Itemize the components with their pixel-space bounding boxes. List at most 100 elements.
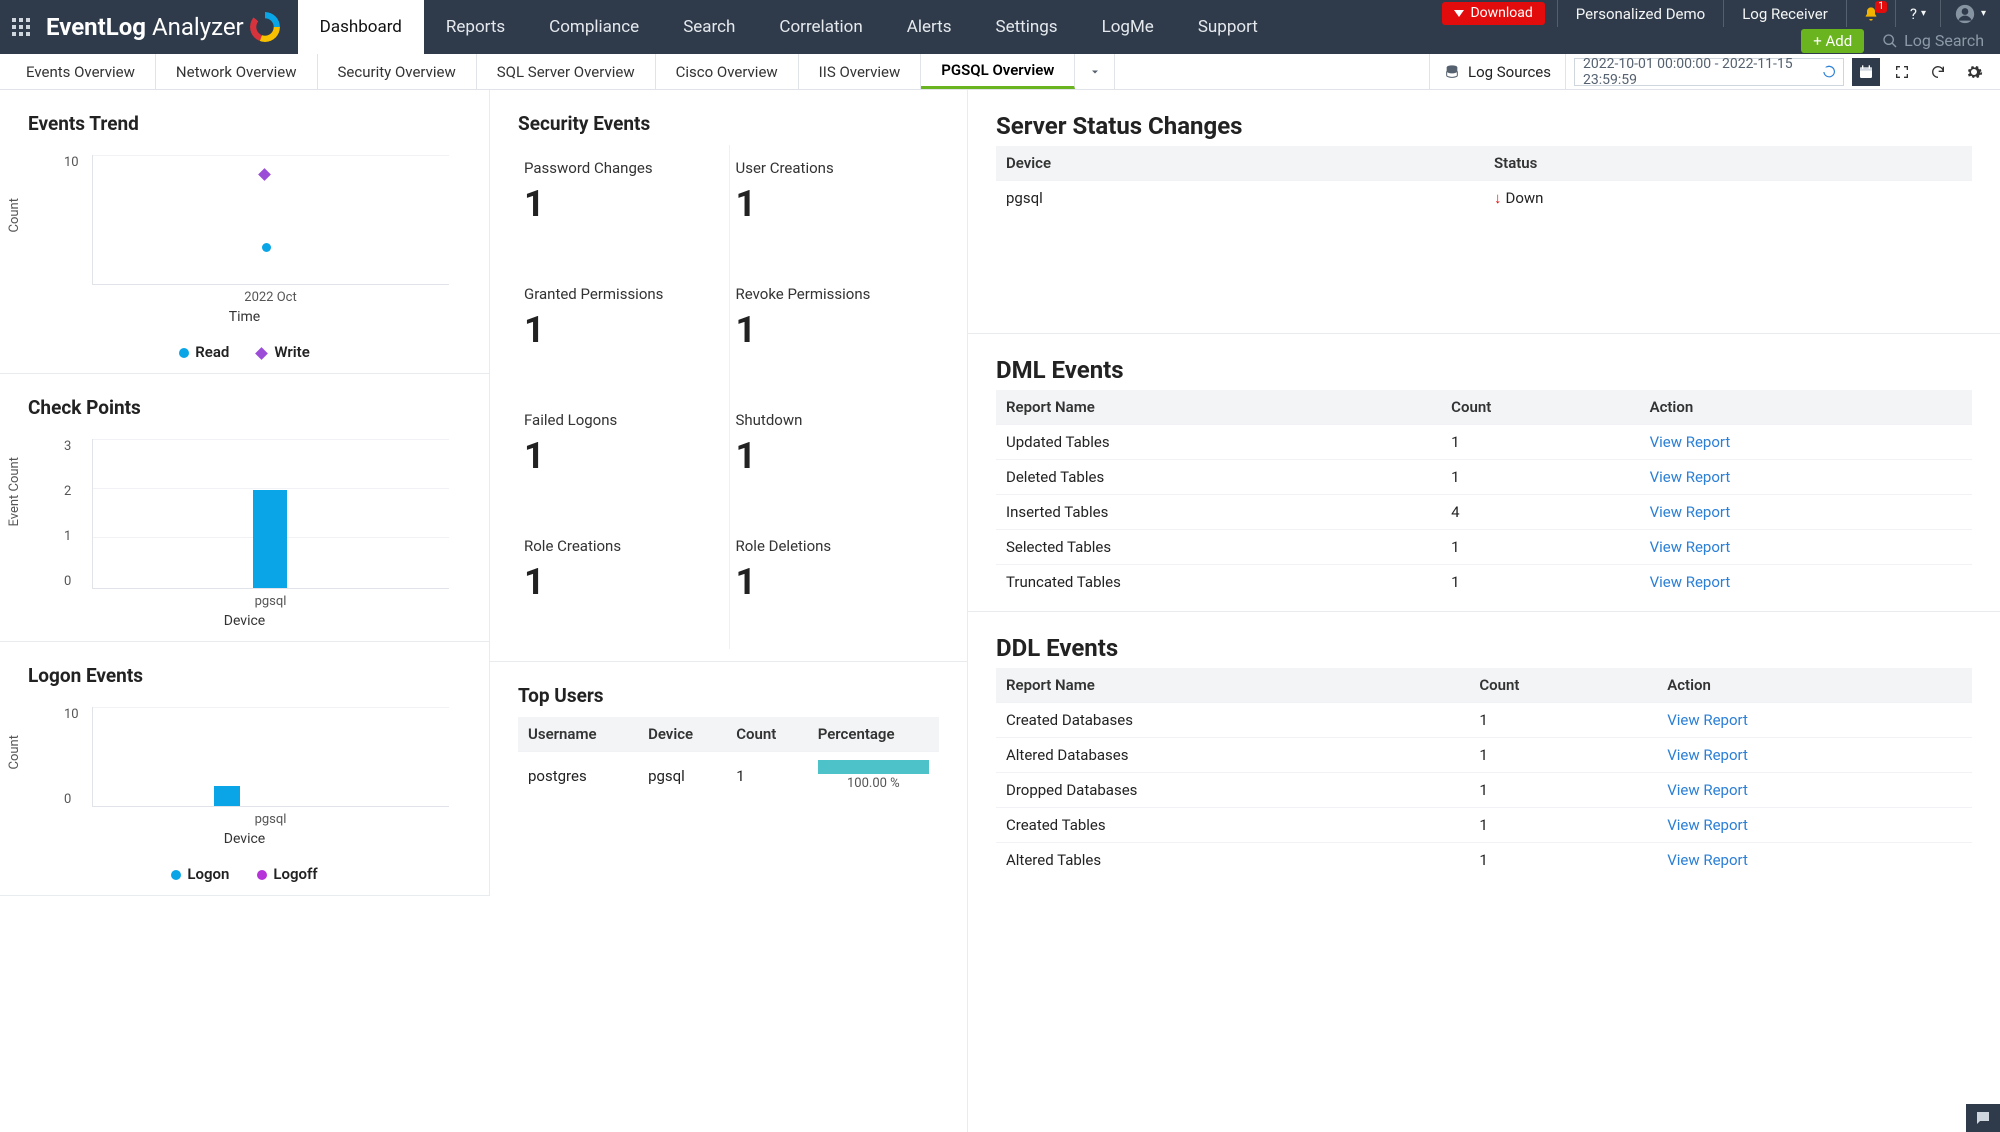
cell-report-name: Altered Tables: [996, 843, 1469, 878]
log-sources-button[interactable]: Log Sources: [1429, 54, 1566, 89]
check-points-chart[interactable]: Event Count 3 2 1 0 pgsql: [28, 429, 461, 609]
card-title: DML Events: [996, 356, 1972, 384]
nav-settings[interactable]: Settings: [973, 0, 1079, 54]
help-button[interactable]: ? ▾: [1895, 0, 1940, 27]
expand-icon: [1894, 64, 1910, 80]
nav-compliance[interactable]: Compliance: [527, 0, 661, 54]
legend-logoff[interactable]: Logoff: [257, 865, 317, 883]
th-count[interactable]: Count: [1469, 668, 1657, 703]
th-percentage[interactable]: Percentage: [808, 717, 939, 752]
calendar-icon: [1858, 64, 1874, 80]
metric-label: Revoke Permissions: [736, 285, 934, 303]
card-title: Check Points: [28, 396, 461, 419]
subtab-sql-overview[interactable]: SQL Server Overview: [477, 54, 656, 89]
th-username[interactable]: Username: [518, 717, 638, 752]
metric-value: 1: [736, 561, 934, 603]
view-report-link[interactable]: View Report: [1667, 851, 1748, 869]
table-row: Dropped Databases 1 View Report: [996, 773, 1972, 808]
x-ticks: pgsql: [92, 812, 449, 827]
nav-logme[interactable]: LogMe: [1080, 0, 1176, 54]
th-report-name[interactable]: Report Name: [996, 668, 1469, 703]
date-range-input[interactable]: 2022-10-01 00:00:00 - 2022-11-15 23:59:5…: [1574, 58, 1844, 86]
chat-fab[interactable]: [1966, 1104, 2000, 1132]
card-title: Server Status Changes: [996, 112, 1972, 140]
legend-read[interactable]: Read: [179, 343, 229, 361]
security-metric[interactable]: User Creations 1: [729, 145, 940, 271]
view-report-link[interactable]: View Report: [1667, 711, 1748, 729]
fullscreen-button[interactable]: [1888, 58, 1916, 86]
legend: Logon Logoff: [28, 865, 461, 883]
card-server-status: Server Status Changes Device Status pgsq…: [968, 90, 2000, 334]
card-title: DDL Events: [996, 634, 1972, 662]
th-device[interactable]: Device: [996, 146, 1484, 181]
cell-count: 1: [1469, 843, 1657, 878]
subtab-pgsql-overview[interactable]: PGSQL Overview: [921, 54, 1075, 89]
th-device[interactable]: Device: [638, 717, 726, 752]
th-count[interactable]: Count: [1441, 390, 1639, 425]
logon-events-chart[interactable]: Count 10 0 pgsql: [28, 697, 461, 827]
legend: Read Write: [28, 343, 461, 361]
events-trend-chart[interactable]: Count 10 2022 Oct: [28, 145, 461, 305]
download-button[interactable]: Download: [1442, 2, 1544, 25]
nav-reports[interactable]: Reports: [424, 0, 527, 54]
metric-label: Granted Permissions: [524, 285, 723, 303]
nav-alerts[interactable]: Alerts: [885, 0, 974, 54]
view-report-link[interactable]: View Report: [1650, 468, 1731, 486]
view-report-link[interactable]: View Report: [1650, 573, 1731, 591]
subtab-iis-overview[interactable]: IIS Overview: [799, 54, 922, 89]
subtab-security-overview[interactable]: Security Overview: [318, 54, 477, 89]
user-menu-button[interactable]: ▾: [1940, 0, 2000, 27]
subtab-more-dropdown[interactable]: [1075, 54, 1115, 89]
security-metric[interactable]: Failed Logons 1: [518, 397, 729, 523]
add-button[interactable]: + Add: [1801, 29, 1864, 53]
view-report-link[interactable]: View Report: [1650, 433, 1731, 451]
security-metric[interactable]: Shutdown 1: [729, 397, 940, 523]
link-log-receiver[interactable]: Log Receiver: [1723, 0, 1846, 27]
th-status[interactable]: Status: [1484, 146, 1972, 181]
view-report-link[interactable]: View Report: [1667, 746, 1748, 764]
user-avatar-icon: [1955, 4, 1975, 24]
product-logo[interactable]: EventLog Analyzer: [42, 0, 298, 54]
th-count[interactable]: Count: [726, 717, 807, 752]
security-metric[interactable]: Granted Permissions 1: [518, 271, 729, 397]
y-axis-label: Count: [7, 198, 22, 232]
th-report-name[interactable]: Report Name: [996, 390, 1441, 425]
apps-menu-button[interactable]: [0, 0, 42, 54]
view-report-link[interactable]: View Report: [1667, 781, 1748, 799]
security-metric[interactable]: Password Changes 1: [518, 145, 729, 271]
link-personalized-demo[interactable]: Personalized Demo: [1557, 0, 1723, 27]
log-search-button[interactable]: Log Search: [1874, 31, 1992, 50]
settings-gear-button[interactable]: [1960, 58, 1988, 86]
metric-label: Shutdown: [736, 411, 934, 429]
date-range-value: 2022-10-01 00:00:00 - 2022-11-15 23:59:5…: [1583, 56, 1821, 88]
th-action[interactable]: Action: [1640, 390, 1972, 425]
subtab-events-overview[interactable]: Events Overview: [6, 54, 156, 89]
table-row: Truncated Tables 1 View Report: [996, 565, 1972, 600]
notifications-button[interactable]: 1: [1846, 0, 1895, 27]
th-action[interactable]: Action: [1657, 668, 1972, 703]
subtab-network-overview[interactable]: Network Overview: [156, 54, 318, 89]
nav-correlation[interactable]: Correlation: [757, 0, 884, 54]
nav-search[interactable]: Search: [661, 0, 757, 54]
calendar-button[interactable]: [1852, 58, 1880, 86]
subtab-cisco-overview[interactable]: Cisco Overview: [656, 54, 799, 89]
chevron-down-icon: [1089, 66, 1101, 78]
view-report-link[interactable]: View Report: [1667, 816, 1748, 834]
security-metric[interactable]: Revoke Permissions 1: [729, 271, 940, 397]
legend-logon[interactable]: Logon: [171, 865, 229, 883]
legend-write[interactable]: Write: [257, 343, 309, 361]
nav-support[interactable]: Support: [1176, 0, 1280, 54]
view-report-link[interactable]: View Report: [1650, 538, 1731, 556]
view-report-link[interactable]: View Report: [1650, 503, 1731, 521]
y-ticks: 3 2 1 0: [64, 439, 71, 589]
security-metric[interactable]: Role Deletions 1: [729, 523, 940, 649]
database-icon: [1444, 64, 1460, 80]
cell-count: 1: [1441, 565, 1639, 600]
nav-dashboard[interactable]: Dashboard: [298, 0, 424, 54]
refresh-button[interactable]: [1924, 58, 1952, 86]
security-metric[interactable]: Role Creations 1: [518, 523, 729, 649]
cell-report-name: Created Databases: [996, 703, 1469, 738]
cell-count: 1: [1469, 703, 1657, 738]
reset-date-icon[interactable]: [1821, 65, 1835, 79]
cell-report-name: Selected Tables: [996, 530, 1441, 565]
